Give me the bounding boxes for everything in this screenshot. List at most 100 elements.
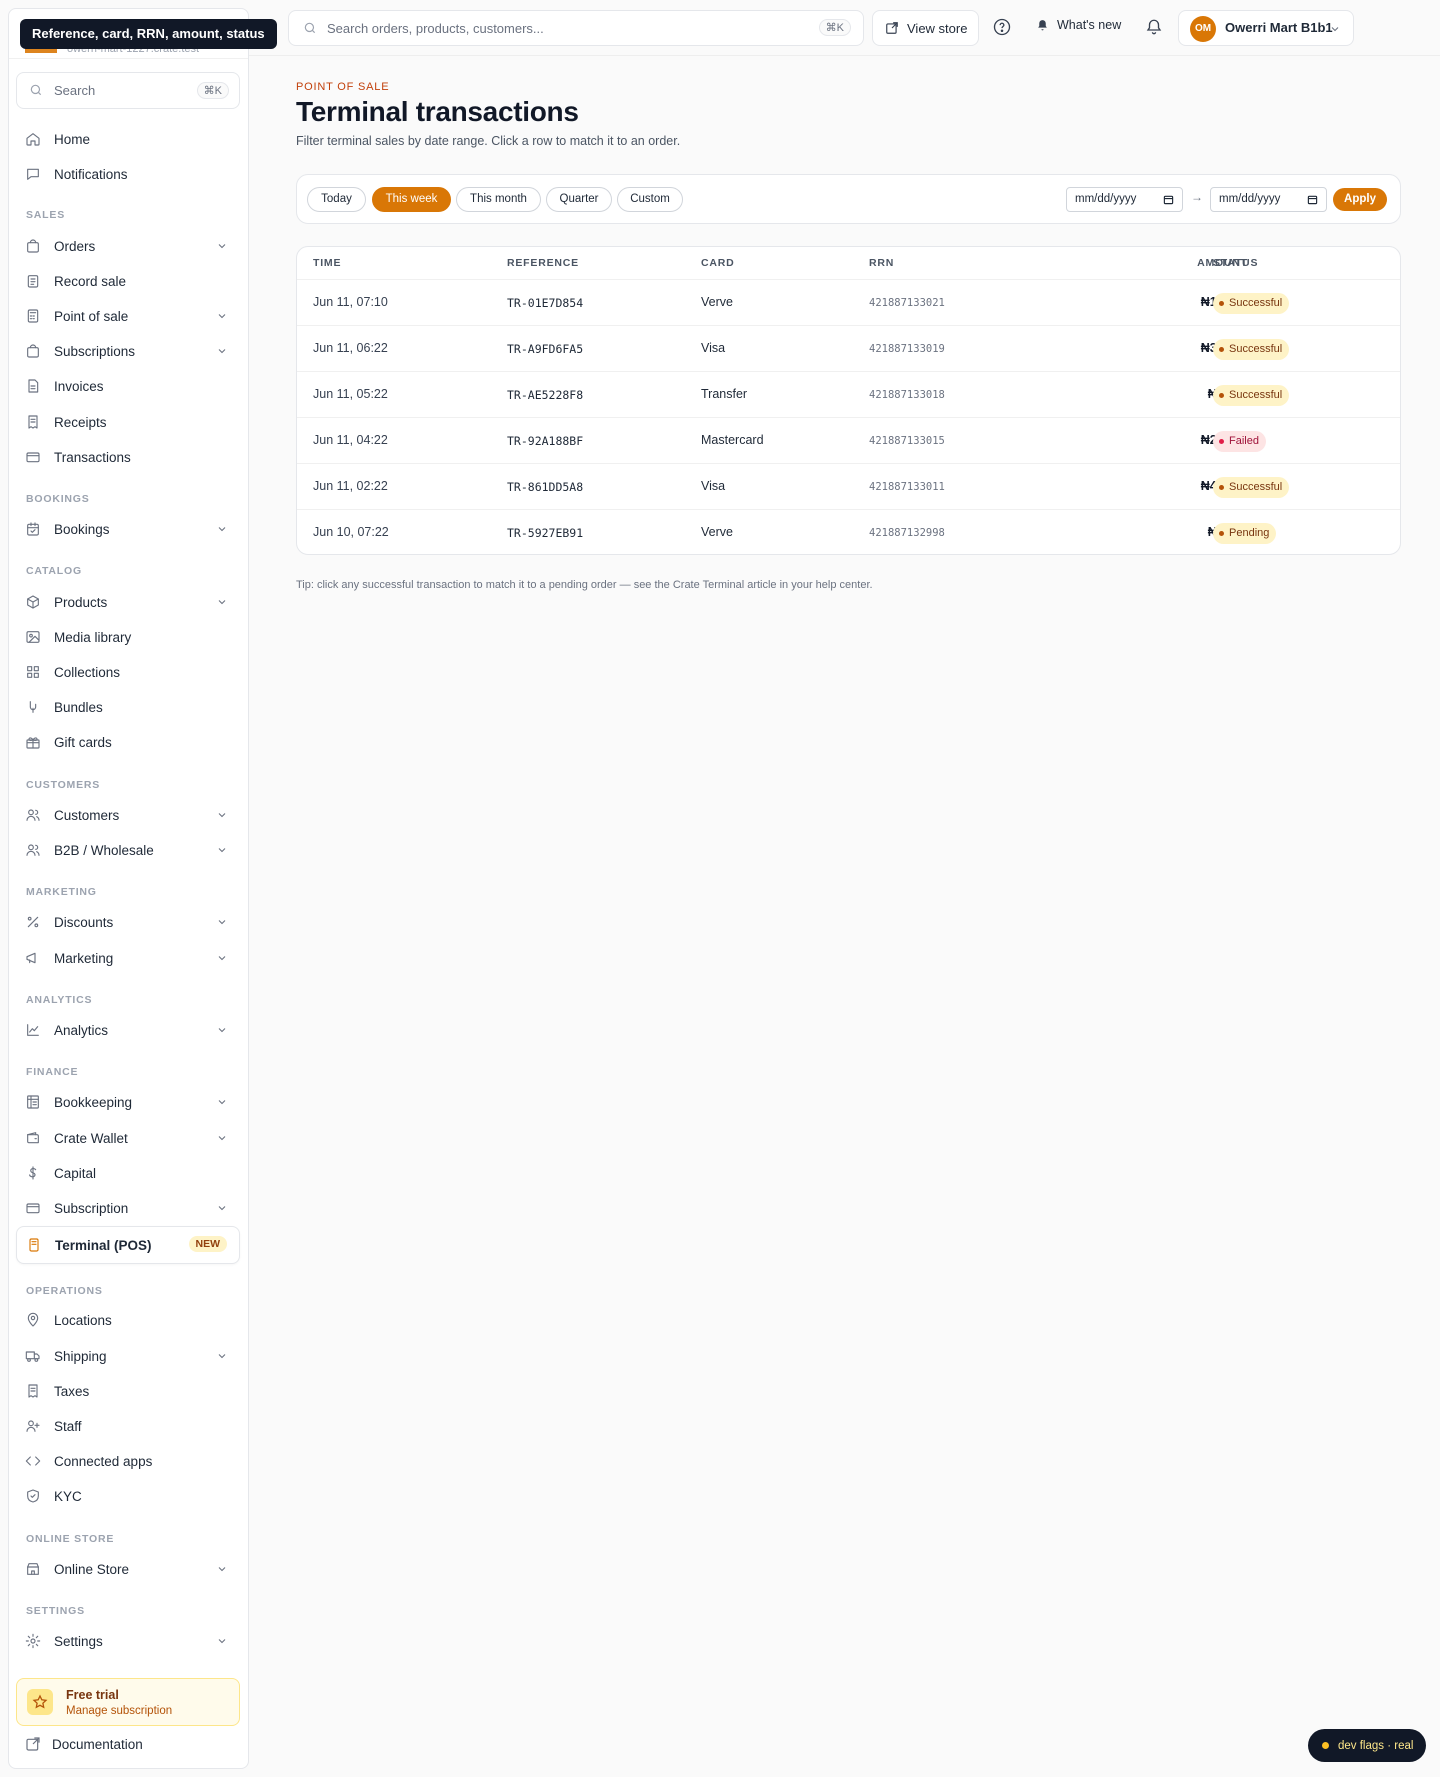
chevron-down-icon bbox=[218, 848, 226, 853]
calendar-icon bbox=[27, 522, 39, 536]
sidebar-item-bookkeeping[interactable]: Bookkeeping bbox=[16, 1087, 240, 1117]
date-to-input[interactable]: mm/dd/yyyy bbox=[1210, 187, 1327, 212]
chevron-down-icon bbox=[218, 956, 226, 961]
filter-chip-custom[interactable]: Custom bbox=[617, 187, 683, 212]
help-icon[interactable] bbox=[993, 18, 1011, 36]
sidebar-item-kyc[interactable]: KYC bbox=[16, 1481, 240, 1511]
sidebar-item-collections[interactable]: Collections bbox=[16, 657, 240, 687]
apply-button[interactable]: Apply bbox=[1333, 188, 1387, 211]
sidebar-item-orders[interactable]: Orders bbox=[16, 231, 240, 261]
sidebar-item-label: Subscription bbox=[54, 1200, 129, 1216]
sidebar-item-customers[interactable]: Customers bbox=[16, 800, 240, 830]
sidebar-item-transactions[interactable]: Transactions bbox=[16, 442, 240, 472]
status-label: Successful bbox=[1229, 297, 1283, 309]
sidebar-item-subscription[interactable]: Subscription bbox=[16, 1193, 240, 1223]
sidebar-item-notifications[interactable]: Notifications bbox=[16, 159, 240, 189]
sidebar-item-products[interactable]: Products bbox=[16, 587, 240, 617]
table-row[interactable]: Jun 11, 05:22 TR-AE5228F8 Transfer 42188713… bbox=[297, 371, 1400, 417]
home-icon bbox=[26, 133, 40, 146]
sidebar-item-receipts[interactable]: Receipts bbox=[16, 407, 240, 437]
sidebar-item-label: Notifications bbox=[54, 166, 128, 182]
account-menu[interactable]: OM Owerri Mart B1b1 bbox=[1178, 10, 1354, 46]
avatar: OM bbox=[1190, 16, 1216, 42]
cell-rrn: 421887133019 bbox=[869, 343, 945, 355]
sidebar-item-label: Marketing bbox=[54, 950, 114, 966]
filter-chip-this-week[interactable]: This week bbox=[372, 187, 451, 212]
status-label: Successful bbox=[1229, 343, 1283, 355]
global-search-input[interactable]: Search orders, products, customers... ⌘K bbox=[288, 10, 864, 46]
sidebar-item-invoices[interactable]: Invoices bbox=[16, 371, 240, 401]
sidebar-item-shipping[interactable]: Shipping bbox=[16, 1341, 240, 1371]
store-icon bbox=[27, 1563, 39, 1575]
sidebar-item-bundles[interactable]: Bundles bbox=[16, 692, 240, 722]
cell-card: Verve bbox=[701, 525, 733, 539]
sidebar-item-media-library[interactable]: Media library bbox=[16, 622, 240, 652]
column-header-card: CARD bbox=[701, 257, 735, 269]
date-from-input[interactable]: mm/dd/yyyy bbox=[1066, 187, 1183, 212]
sidebar-search[interactable]: Search ⌘K bbox=[16, 72, 240, 109]
sidebar-item-capital[interactable]: Capital bbox=[16, 1158, 240, 1188]
sidebar-item-gift-cards[interactable]: Gift cards bbox=[16, 727, 240, 757]
sidebar-item-subscriptions[interactable]: Subscriptions bbox=[16, 336, 240, 366]
sidebar-item-crate-wallet[interactable]: Crate Wallet bbox=[16, 1123, 240, 1153]
dev-flags-pill[interactable]: dev flags · real bbox=[1308, 1729, 1426, 1762]
sidebar-item-terminal-pos[interactable]: Terminal (POS) NEW bbox=[16, 1226, 240, 1264]
status-label: Pending bbox=[1229, 527, 1270, 539]
sidebar-item-label: Transactions bbox=[54, 449, 131, 465]
sidebar-item-label: Receipts bbox=[54, 414, 107, 430]
section-label-customers: CUSTOMERS bbox=[26, 779, 101, 791]
sidebar-item-taxes[interactable]: Taxes bbox=[16, 1376, 240, 1406]
cell-time: Jun 11, 06:22 bbox=[313, 341, 388, 355]
sidebar-item-connected-apps[interactable]: Connected apps bbox=[16, 1446, 240, 1476]
sidebar-item-point-of-sale[interactable]: Point of sale bbox=[16, 301, 240, 331]
sidebar-item-settings[interactable]: Settings bbox=[16, 1626, 240, 1656]
whats-new-button[interactable]: What's new bbox=[1036, 18, 1121, 32]
sidebar-item-staff[interactable]: Staff bbox=[16, 1411, 240, 1441]
section-label-online-store: ONLINE STORE bbox=[26, 1533, 115, 1545]
sidebar-item-label: Connected apps bbox=[54, 1453, 153, 1469]
sidebar-item-b2b-wholesale[interactable]: B2B / Wholesale bbox=[16, 835, 240, 865]
page-title: Terminal transactions bbox=[296, 96, 579, 127]
external-link-icon bbox=[26, 1737, 40, 1751]
cell-reference: TR-861DD5A8 bbox=[507, 480, 584, 494]
chart-icon bbox=[27, 1024, 39, 1036]
users-icon bbox=[26, 809, 40, 821]
sidebar-item-discounts[interactable]: Discounts bbox=[16, 907, 240, 937]
table-row[interactable]: Jun 11, 07:10 TR-01E7D854 Verve 42188713302… bbox=[297, 279, 1400, 325]
cell-time: Jun 11, 04:22 bbox=[313, 433, 388, 447]
sidebar-item-online-store[interactable]: Online Store bbox=[16, 1554, 240, 1584]
chevron-down-icon bbox=[218, 1206, 226, 1211]
sidebar-item-record-sale[interactable]: Record sale bbox=[16, 266, 240, 296]
table-row[interactable]: Jun 11, 06:22 TR-A9FD6FA5 Visa 421887133019… bbox=[297, 325, 1400, 371]
sidebar-item-analytics[interactable]: Analytics bbox=[16, 1015, 240, 1045]
credit-card-icon bbox=[26, 1203, 40, 1214]
sidebar-item-locations[interactable]: Locations bbox=[16, 1305, 240, 1335]
filter-chip-today[interactable]: Today bbox=[307, 187, 366, 212]
filter-chip-quarter[interactable]: Quarter bbox=[546, 187, 612, 212]
table-row[interactable]: Jun 10, 07:22 TR-5927EB91 Verve 42188713299… bbox=[297, 509, 1400, 554]
dev-flags-label: dev flags · real bbox=[1338, 1739, 1414, 1752]
sidebar-item-bookings[interactable]: Bookings bbox=[16, 514, 240, 544]
view-store-button[interactable]: View store bbox=[872, 10, 979, 46]
free-trial-card[interactable]: Free trial Manage subscription bbox=[16, 1678, 240, 1726]
sidebar-item-home[interactable]: Home bbox=[16, 124, 240, 154]
calendar-icon bbox=[1307, 195, 1318, 205]
chevron-down-icon bbox=[218, 813, 226, 818]
documentation-link[interactable]: Documentation bbox=[16, 1729, 240, 1759]
status-label: Successful bbox=[1229, 389, 1283, 401]
table-row[interactable]: Jun 11, 04:22 TR-92A188BF Mastercard 421887… bbox=[297, 417, 1400, 463]
notifications-bell-icon[interactable] bbox=[1145, 18, 1163, 36]
status-label: Successful bbox=[1229, 481, 1283, 493]
file-icon bbox=[28, 379, 39, 393]
chevron-down-icon bbox=[218, 1100, 226, 1105]
cell-reference: TR-5927EB91 bbox=[507, 526, 584, 540]
calculator-icon bbox=[27, 309, 39, 323]
cell-card: Visa bbox=[701, 341, 726, 355]
table-row[interactable]: Jun 11, 02:22 TR-861DD5A8 Visa 421887133011… bbox=[297, 463, 1400, 509]
sidebar-item-marketing[interactable]: Marketing bbox=[16, 943, 240, 973]
manage-subscription-link[interactable]: Manage subscription bbox=[66, 1705, 172, 1717]
section-label-operations: OPERATIONS bbox=[26, 1285, 103, 1297]
filter-chip-this-month[interactable]: This month bbox=[456, 187, 541, 212]
sidebar-item-label: KYC bbox=[54, 1488, 82, 1504]
sidebar-item-label: Collections bbox=[54, 664, 121, 680]
